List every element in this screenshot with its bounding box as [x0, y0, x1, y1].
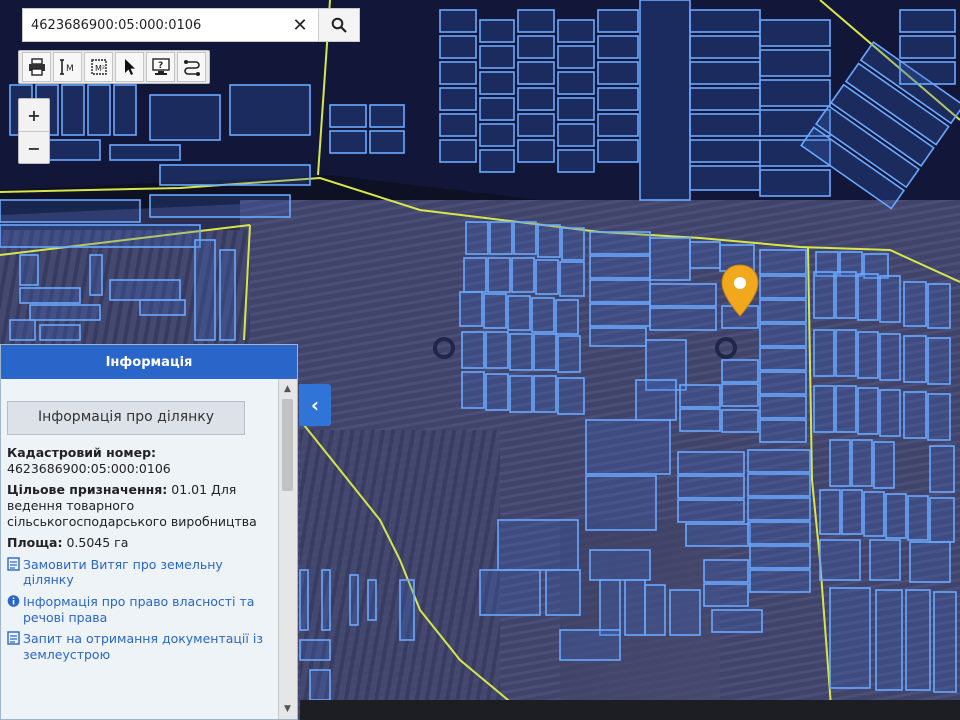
- route-button[interactable]: [177, 52, 206, 82]
- cadastral-value: 4623686900:05:000:0106: [7, 460, 171, 476]
- search-button[interactable]: [318, 9, 359, 41]
- zoom-control: + −: [18, 98, 50, 164]
- panel-content: Інформація про ділянку Кадастровий номер…: [1, 379, 279, 719]
- panel-scrollbar[interactable]: ▲ ▼: [278, 379, 297, 719]
- parcel-info-section-button[interactable]: Інформація про ділянку: [7, 401, 245, 435]
- area-row: Площа: 0.5045 га: [7, 535, 275, 551]
- measure-length-button[interactable]: M: [53, 52, 82, 82]
- info-icon: ?: [151, 58, 170, 75]
- measure-area-icon: M²: [90, 59, 107, 75]
- panel-title: Інформація: [1, 345, 297, 379]
- taskbar-strip: [300, 700, 960, 720]
- scrollbar-thumb[interactable]: [282, 399, 293, 491]
- documentation-request-link-label: Запит на отримання документації із земле…: [23, 631, 263, 662]
- svg-text:?: ?: [158, 61, 163, 71]
- identify-info-button[interactable]: ?: [146, 52, 175, 82]
- route-icon: [183, 60, 200, 76]
- cadastral-label: Кадастровий номер:: [7, 445, 157, 460]
- purpose-row: Цільове призначення: 01.01 Для ведення т…: [7, 482, 275, 529]
- print-button[interactable]: [22, 52, 51, 82]
- measure-area-button[interactable]: M²: [84, 52, 113, 82]
- document-icon: [7, 557, 20, 571]
- area-value: 0.5045 га: [66, 535, 129, 551]
- document-icon: [7, 631, 20, 645]
- scroll-down-icon[interactable]: ▼: [279, 701, 296, 717]
- chevron-left-icon: ‹: [310, 393, 320, 417]
- search-input[interactable]: [23, 10, 282, 40]
- print-icon: [28, 58, 45, 76]
- map-toolbar: M M² ?: [18, 50, 210, 84]
- svg-text:M: M: [66, 64, 74, 74]
- svg-text:M²: M²: [95, 64, 105, 73]
- purpose-label: Цільове призначення:: [7, 482, 168, 498]
- collapse-panel-button[interactable]: ‹: [299, 384, 331, 426]
- scroll-up-icon[interactable]: ▲: [279, 381, 296, 397]
- order-extract-link-label: Замовити Витяг про земельну ділянку: [23, 556, 223, 588]
- info-circle-icon: [7, 595, 20, 607]
- ownership-info-link[interactable]: Інформація про право власності та речові…: [7, 594, 275, 625]
- area-label: Площа:: [7, 535, 63, 551]
- pointer-icon: [124, 59, 135, 75]
- info-panel: Інформація Інформація про ділянку Кадаст…: [0, 344, 298, 720]
- ownership-info-link-label: Інформація про право власності та речові…: [23, 594, 255, 625]
- clear-search-button[interactable]: ✕: [282, 9, 318, 41]
- measure-length-icon: M: [59, 59, 74, 75]
- zoom-out-button[interactable]: −: [19, 131, 49, 164]
- cadastral-number-row: Кадастровий номер: 4623686900:05:000:010…: [7, 445, 275, 476]
- documentation-request-link[interactable]: Запит на отримання документації із земле…: [7, 631, 275, 662]
- close-icon: ✕: [292, 14, 308, 36]
- order-extract-link[interactable]: Замовити Витяг про земельну ділянку: [7, 557, 275, 588]
- cadastral-search-box[interactable]: ✕: [22, 8, 360, 42]
- zoom-in-button[interactable]: +: [19, 99, 49, 131]
- magnifier-icon: [331, 17, 347, 33]
- select-pointer-button[interactable]: [115, 52, 144, 82]
